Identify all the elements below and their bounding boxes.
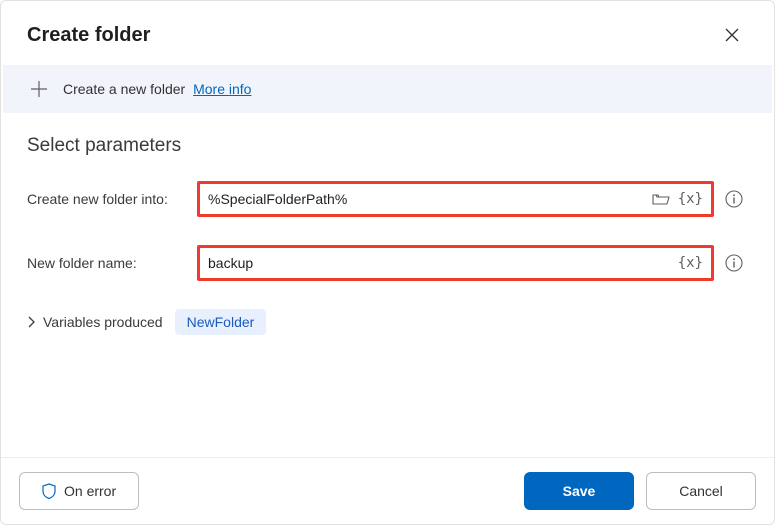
dialog-title: Create folder xyxy=(27,24,150,47)
section-title: Select parameters xyxy=(27,135,748,157)
on-error-button[interactable]: On error xyxy=(19,472,139,510)
variable-chip-newfolder[interactable]: NewFolder xyxy=(175,309,267,335)
dialog-footer: On error Save Cancel xyxy=(1,457,774,524)
info-icon-folder-name[interactable] xyxy=(720,254,748,272)
dialog-body: Select parameters Create new folder into… xyxy=(1,113,774,457)
param-row-folder-name: New folder name: {x} xyxy=(27,245,748,281)
info-bar-text: Create a new folder More info xyxy=(63,81,251,97)
param-row-folder-into: Create new folder into: {x} xyxy=(27,181,748,217)
browse-folder-icon[interactable] xyxy=(652,192,670,206)
create-folder-dialog: Create folder Create a new folder More i… xyxy=(0,0,775,525)
shield-icon xyxy=(42,483,56,499)
plus-icon xyxy=(29,79,49,99)
more-info-link[interactable]: More info xyxy=(193,81,251,97)
close-button[interactable] xyxy=(716,19,748,51)
folder-name-field[interactable]: {x} xyxy=(197,245,714,281)
info-bar: Create a new folder More info xyxy=(3,65,772,113)
save-button[interactable]: Save xyxy=(524,472,634,510)
param-label-folder-into: Create new folder into: xyxy=(27,191,197,207)
info-bar-desc: Create a new folder xyxy=(63,81,185,97)
cancel-button[interactable]: Cancel xyxy=(646,472,756,510)
on-error-label: On error xyxy=(64,483,116,499)
variables-produced-label: Variables produced xyxy=(43,314,163,330)
folder-name-input[interactable] xyxy=(208,255,678,271)
footer-right: Save Cancel xyxy=(524,472,756,510)
variables-produced-toggle[interactable]: Variables produced xyxy=(27,314,163,330)
info-icon-folder-into[interactable] xyxy=(720,190,748,208)
variable-picker-icon[interactable]: {x} xyxy=(678,255,703,271)
folder-into-field[interactable]: {x} xyxy=(197,181,714,217)
param-label-folder-name: New folder name: xyxy=(27,255,197,271)
dialog-header: Create folder xyxy=(1,1,774,65)
variable-picker-icon[interactable]: {x} xyxy=(678,191,703,207)
folder-into-input[interactable] xyxy=(208,191,652,207)
close-icon xyxy=(725,28,739,42)
chevron-right-icon xyxy=(27,316,35,328)
variables-produced-row: Variables produced NewFolder xyxy=(27,309,748,335)
